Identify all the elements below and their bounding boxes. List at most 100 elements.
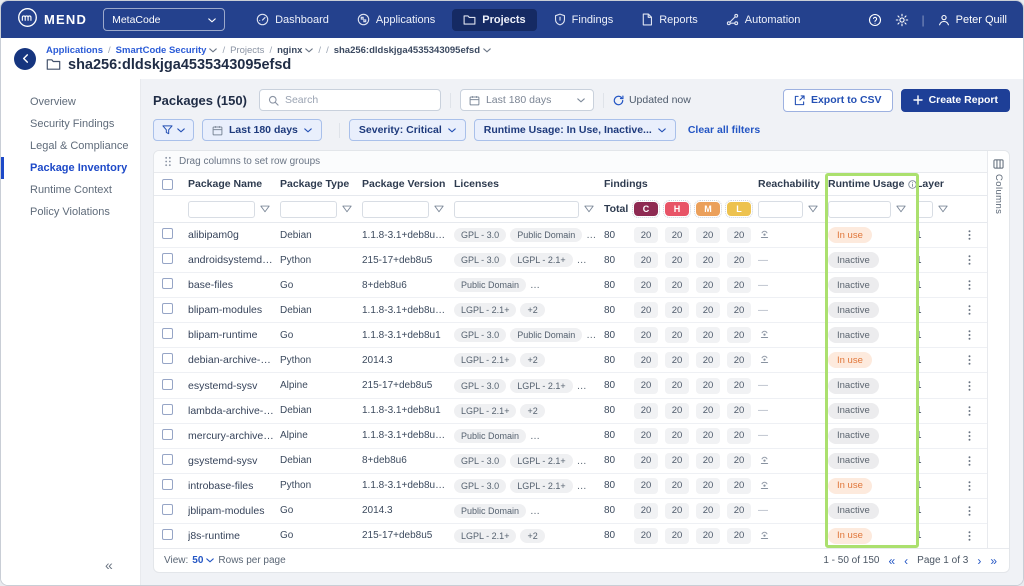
- table-row[interactable]: gsystemd-sysvDebian8+deb8u6GPL - 3.0LGPL…: [154, 448, 987, 473]
- nav-item-automation[interactable]: Automation: [715, 8, 812, 31]
- column-header-package-name[interactable]: Package Name: [188, 178, 280, 190]
- column-header-package-type[interactable]: Package Type: [280, 178, 362, 190]
- row-menu-button[interactable]: [964, 503, 975, 519]
- columns-panel-tab[interactable]: Columns: [987, 151, 1009, 548]
- next-page-button[interactable]: ›: [977, 555, 981, 567]
- severity-badge-C[interactable]: C: [634, 202, 658, 216]
- filter-funnel-icon[interactable]: [342, 205, 352, 213]
- column-header-reachability[interactable]: Reachability: [758, 178, 828, 190]
- filter-input-package-name[interactable]: [188, 201, 255, 218]
- table-row[interactable]: blipam-modulesDebian1.1.8-3.1+deb8u1...L…: [154, 297, 987, 322]
- filter-funnel-icon[interactable]: [260, 205, 270, 213]
- filter-funnel-icon[interactable]: [434, 205, 444, 213]
- row-checkbox[interactable]: [162, 228, 173, 239]
- filter-input-layer[interactable]: [916, 201, 933, 218]
- row-menu-button[interactable]: [964, 327, 975, 343]
- sidebar-item-package-inventory[interactable]: Package Inventory: [1, 157, 140, 179]
- row-checkbox[interactable]: [162, 278, 173, 289]
- row-menu-button[interactable]: [964, 378, 975, 394]
- severity-badge-M[interactable]: M: [696, 202, 720, 216]
- filter-chip[interactable]: Severity: Critical: [349, 119, 466, 141]
- user-menu[interactable]: Peter Quill: [938, 14, 1007, 26]
- row-checkbox[interactable]: [162, 328, 173, 339]
- search-box[interactable]: [259, 89, 441, 111]
- breadcrumb-item[interactable]: nginx: [277, 45, 313, 56]
- export-csv-button[interactable]: Export to CSV: [783, 89, 893, 112]
- search-input[interactable]: [285, 94, 432, 106]
- filter-menu-chip[interactable]: [153, 119, 194, 141]
- create-report-button[interactable]: Create Report: [901, 89, 1010, 112]
- filter-funnel-icon[interactable]: [584, 205, 594, 213]
- column-header-package-version[interactable]: Package Version: [362, 178, 454, 190]
- nav-item-dashboard[interactable]: Dashboard: [245, 8, 340, 31]
- table-row[interactable]: esystemd-sysvAlpine215-17+deb8u5GPL - 3.…: [154, 372, 987, 397]
- row-menu-button[interactable]: [964, 352, 975, 368]
- sidebar-item-overview[interactable]: Overview: [1, 91, 140, 113]
- column-header-layer[interactable]: Layer: [916, 178, 958, 190]
- filter-input-runtime-usage[interactable]: [828, 201, 891, 218]
- sidebar-item-runtime-context[interactable]: Runtime Context: [1, 179, 140, 201]
- row-checkbox[interactable]: [162, 504, 173, 515]
- brand-logo[interactable]: MEND: [17, 7, 87, 33]
- back-button[interactable]: [14, 48, 36, 70]
- row-menu-button[interactable]: [964, 478, 975, 494]
- filter-chip[interactable]: Last 180 days: [202, 119, 322, 141]
- row-checkbox[interactable]: [162, 303, 173, 314]
- nav-item-findings[interactable]: Findings: [543, 8, 625, 31]
- row-menu-button[interactable]: [964, 403, 975, 419]
- breadcrumb-item[interactable]: SmartCode Security: [116, 45, 218, 56]
- row-checkbox[interactable]: [162, 353, 173, 364]
- table-row[interactable]: blipam-runtimeGo1.1.8-3.1+deb8u1GPL - 3.…: [154, 322, 987, 347]
- row-checkbox[interactable]: [162, 529, 173, 540]
- table-row[interactable]: androidsystemd-s...Python215-17+deb8u5GP…: [154, 247, 987, 272]
- table-row[interactable]: alibipam0gDebian1.1.8-3.1+deb8u1...GPL -…: [154, 223, 987, 247]
- filter-input-package-version[interactable]: [362, 201, 429, 218]
- help-icon[interactable]: [868, 13, 882, 27]
- filter-funnel-icon[interactable]: [938, 205, 948, 213]
- row-checkbox[interactable]: [162, 429, 173, 440]
- sidebar-collapse-button[interactable]: «: [105, 557, 113, 573]
- breadcrumb-item[interactable]: Applications: [46, 45, 103, 56]
- row-menu-button[interactable]: [964, 453, 975, 469]
- row-menu-button[interactable]: [964, 277, 975, 293]
- row-checkbox[interactable]: [162, 454, 173, 465]
- nav-item-applications[interactable]: Applications: [346, 8, 446, 31]
- org-dropdown[interactable]: MetaCode: [103, 8, 225, 31]
- column-header-findings[interactable]: Findings: [604, 178, 758, 190]
- prev-page-button[interactable]: ‹: [904, 555, 908, 567]
- sidebar-item-legal-compliance[interactable]: Legal & Compliance: [1, 135, 140, 157]
- table-row[interactable]: mercury-archive-k...Alpine1.1.8-3.1+deb8…: [154, 423, 987, 448]
- breadcrumb-item[interactable]: sha256:dldskjga4535343095efsd: [334, 45, 491, 56]
- table-row[interactable]: introbase-filesPython1.1.8-3.1+deb8u1...…: [154, 473, 987, 498]
- row-menu-button[interactable]: [964, 227, 975, 243]
- nav-item-reports[interactable]: Reports: [630, 8, 709, 31]
- column-header-runtime-usage[interactable]: Runtime Usage: [828, 178, 916, 190]
- table-row[interactable]: lambda-archive-k...Debian1.1.8-3.1+deb8u…: [154, 398, 987, 423]
- breadcrumb-item[interactable]: Projects: [230, 45, 264, 56]
- filter-funnel-icon[interactable]: [808, 205, 818, 213]
- select-all-checkbox[interactable]: [162, 179, 173, 190]
- table-row[interactable]: debian-archive-ke...Python2014.3LGPL - 2…: [154, 347, 987, 372]
- table-row[interactable]: base-filesGo8+deb8u6Public DomainLGPL - …: [154, 272, 987, 297]
- row-menu-button[interactable]: [964, 528, 975, 544]
- filter-input-licenses[interactable]: [454, 201, 579, 218]
- table-row[interactable]: jblipam-modulesGo2014.3Public DomainLGPL…: [154, 498, 987, 523]
- filter-chip[interactable]: Runtime Usage: In Use, Inactive...: [474, 119, 676, 141]
- filter-input-package-type[interactable]: [280, 201, 337, 218]
- row-checkbox[interactable]: [162, 404, 173, 415]
- last-page-button[interactable]: »: [990, 555, 997, 567]
- nav-item-projects[interactable]: Projects: [452, 9, 536, 31]
- table-row[interactable]: j8s-runtimeGo215-17+deb8u5LGPL - 2.1++28…: [154, 523, 987, 548]
- row-checkbox[interactable]: [162, 379, 173, 390]
- first-page-button[interactable]: «: [888, 555, 895, 567]
- clear-all-filters-link[interactable]: Clear all filters: [688, 124, 760, 136]
- refresh-button[interactable]: Updated now: [613, 94, 691, 106]
- row-menu-button[interactable]: [964, 252, 975, 268]
- rows-per-page-dropdown[interactable]: 50: [192, 555, 214, 566]
- sidebar-item-security-findings[interactable]: Security Findings: [1, 113, 140, 135]
- info-icon[interactable]: [908, 180, 916, 189]
- date-range-dropdown[interactable]: Last 180 days: [460, 89, 594, 111]
- filter-input-reachability[interactable]: [758, 201, 803, 218]
- column-header-licenses[interactable]: Licenses: [454, 178, 604, 190]
- severity-badge-L[interactable]: L: [727, 202, 751, 216]
